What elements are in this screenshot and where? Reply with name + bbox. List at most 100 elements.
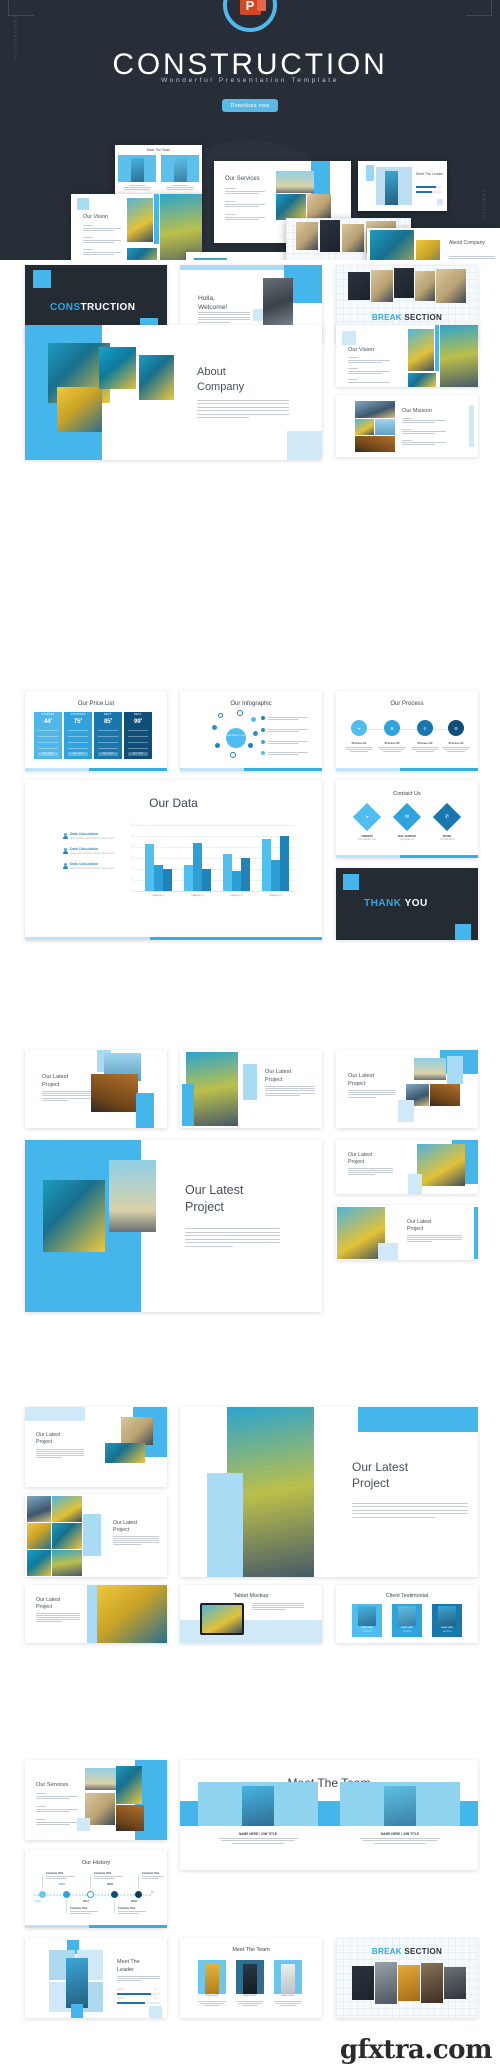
download-now-button[interactable]: Download now — [222, 99, 278, 112]
price-card[interactable]: BEST 99$ BUY NOW — [124, 712, 152, 759]
accent-square — [398, 1100, 414, 1122]
testimonial-card[interactable]: NAME HERE JOB TITLE — [352, 1604, 382, 1637]
timeline-dot[interactable] — [87, 1891, 94, 1898]
slide-latest-project-e[interactable]: Our Latest Project — [336, 1205, 478, 1260]
infographic-node[interactable] — [215, 743, 220, 748]
mail-icon[interactable]: ✉ — [392, 802, 422, 832]
slide-project-g4-b[interactable]: Our Latest Project — [25, 1494, 167, 1577]
project-photo-1 — [414, 1058, 446, 1080]
timeline-dot[interactable] — [135, 1891, 142, 1898]
title-line-2: Project — [348, 1159, 365, 1166]
infographic-node[interactable] — [218, 713, 223, 718]
slide-contact-us[interactable]: Contact Us ⌖ ✉ ✆ ADDRESS MAIL ADDRESS PH… — [336, 780, 478, 858]
slide-title: Holla, Welcome! — [198, 294, 227, 312]
timeline-content-title: Contents Title — [142, 1872, 160, 1875]
slide-our-services[interactable]: Our Services — [25, 1760, 167, 1840]
tablet-body — [252, 1603, 304, 1611]
slide-project-g4-c[interactable]: Our Latest Project — [25, 1585, 167, 1643]
buy-now-button[interactable]: BUY NOW — [38, 752, 58, 756]
slide-latest-project-a[interactable]: Our Latest Project — [25, 1050, 167, 1128]
slide-client-testimonial[interactable]: Client Testimonial NAME HERE JOB TITLE N… — [336, 1585, 478, 1643]
powerpoint-icon: P — [223, 0, 277, 32]
infographic-node[interactable] — [230, 752, 236, 758]
contact-label: PHONE — [442, 835, 452, 838]
slide-latest-project-b[interactable]: Our Latest Project — [180, 1050, 322, 1128]
infographic-node[interactable] — [251, 717, 256, 722]
timeline-dot[interactable] — [63, 1891, 70, 1898]
title-line-2: Project — [407, 1226, 424, 1233]
price-card[interactable]: STARTER 44$ BUY NOW — [34, 712, 62, 759]
timeline-dot[interactable] — [39, 1891, 46, 1898]
y-tick-label: 3 — [132, 856, 134, 860]
slide-project-g4-a[interactable]: Our Latest Project — [25, 1407, 167, 1487]
slide-accent-bar — [25, 1925, 167, 1928]
team-member-card[interactable] — [274, 1960, 302, 1994]
slide-break-section-2[interactable]: BREAK SECTION — [336, 1938, 478, 2018]
hero-preview-about-company[interactable]: About Company — [367, 228, 500, 260]
infographic-node[interactable] — [248, 743, 253, 748]
team-member-card[interactable] — [236, 1960, 264, 1994]
price-card[interactable]: BEST 85$ BUY NOW — [94, 712, 122, 759]
slide-title: Our Latest Project — [352, 1459, 408, 1491]
infographic-node[interactable] — [212, 725, 217, 730]
bulb-icon[interactable]: ⚲ — [417, 720, 433, 736]
slide-title: Our Price List — [77, 701, 115, 707]
slide-latest-project-c[interactable]: Our Latest Project — [336, 1050, 478, 1128]
hero-side-text-right: TEMPLATE — [482, 190, 487, 219]
slide-tablet-mockup[interactable]: Tablet Mockup — [180, 1585, 322, 1643]
slide-accent-bar — [336, 855, 478, 858]
slide-our-data[interactable]: Our Data Our Data Data Calculation quis … — [25, 780, 322, 940]
timeline-content-title: Contents Title — [94, 1872, 112, 1875]
project-body — [113, 1536, 159, 1546]
buy-now-button[interactable]: BUY NOW — [98, 752, 118, 756]
infographic-legend-3 — [268, 741, 308, 745]
slide-meet-the-leader[interactable]: Meet The Leader Skill 01 80 Skill 02 65 — [25, 1938, 167, 2018]
timeline-content-body — [70, 1911, 98, 1914]
user-icon — [63, 833, 68, 839]
slide-latest-project-big[interactable]: Our Latest Project — [25, 1140, 322, 1312]
buy-now-button[interactable]: BUY NOW — [128, 752, 148, 756]
vision-photo-3 — [127, 248, 157, 260]
team-member-card[interactable] — [198, 1960, 226, 1994]
slide-about-company[interactable]: About Company — [25, 325, 322, 460]
skill-label: Skill 01 — [117, 1989, 125, 1991]
slide-our-vision[interactable]: Our Vision — [336, 325, 478, 387]
preview-page: CONSTRUCTION TEMPLATE P CONSTRUCTION Won… — [0, 0, 500, 2071]
testimonial-card[interactable]: NAME HERE JOB TITLE — [432, 1604, 462, 1637]
legend-title: Data Calculation — [70, 832, 99, 836]
thankyou-rest: YOU — [404, 898, 428, 909]
infographic-node[interactable] — [237, 710, 243, 716]
title-line-2: Project — [36, 1439, 53, 1446]
slide-project-g4-big[interactable]: Our Latest Project — [180, 1407, 478, 1577]
testimonial-role: JOB TITLE — [402, 1630, 412, 1633]
slide-title: Our Latest Project — [36, 1597, 60, 1612]
slide-meet-the-team-big[interactable]: Meet The Team NAME HERE / JOB TITLE NAME… — [180, 1760, 478, 1870]
slide-meet-the-team-small[interactable]: Meet The Team NAME HERE NAME HERE NAME H… — [180, 1938, 322, 2018]
hero-preview-meet-the-team[interactable]: Meet The Team — [115, 145, 202, 198]
slide-our-history[interactable]: Our History ➤ 2015 2016 2017 2018 2019 C… — [25, 1850, 167, 1928]
leader-photo — [66, 1958, 88, 2008]
phone-icon[interactable]: ✆ — [432, 802, 462, 832]
slide-latest-project-d[interactable]: Our Latest Project — [336, 1140, 478, 1194]
slide-our-process[interactable]: Our Process ⌖ ⚒ ⚲ ✇ Process 01 Process 0… — [336, 691, 478, 771]
infographic-node[interactable] — [253, 731, 258, 736]
vision-item-1 — [348, 357, 390, 363]
accent-square-top — [33, 270, 51, 288]
slide-infographic[interactable]: Our Infographic INFOGRAPHIC TITLE — [180, 691, 322, 771]
price-card[interactable]: STANDARD 75$ BUY NOW — [64, 712, 92, 759]
testimonial-card[interactable]: NAME HERE JOB TITLE — [392, 1604, 422, 1637]
slide-our-mission[interactable]: Our Mission — [336, 395, 478, 457]
location-icon[interactable]: ⌖ — [352, 802, 382, 832]
service-item-3 — [36, 1819, 78, 1825]
slide-price-list[interactable]: Our Price List STARTER 44$ BUY NOW STAND… — [25, 691, 167, 771]
hero-preview-meet-the-leader[interactable]: Meet The Leader — [358, 161, 447, 211]
timeline-dot[interactable] — [111, 1891, 118, 1898]
slide-thank-you[interactable]: THANK YOU — [336, 868, 478, 940]
hero-preview-our-vision[interactable]: Our Vision — [71, 194, 202, 260]
wrench-icon[interactable]: ⚒ — [384, 720, 400, 736]
pin-icon[interactable]: ⌖ — [351, 720, 367, 736]
slide-title: Our Latest Project — [113, 1520, 137, 1535]
buy-now-button[interactable]: BUY NOW — [68, 752, 88, 756]
project-photo-3 — [27, 1523, 51, 1549]
award-icon[interactable]: ✇ — [448, 720, 464, 736]
